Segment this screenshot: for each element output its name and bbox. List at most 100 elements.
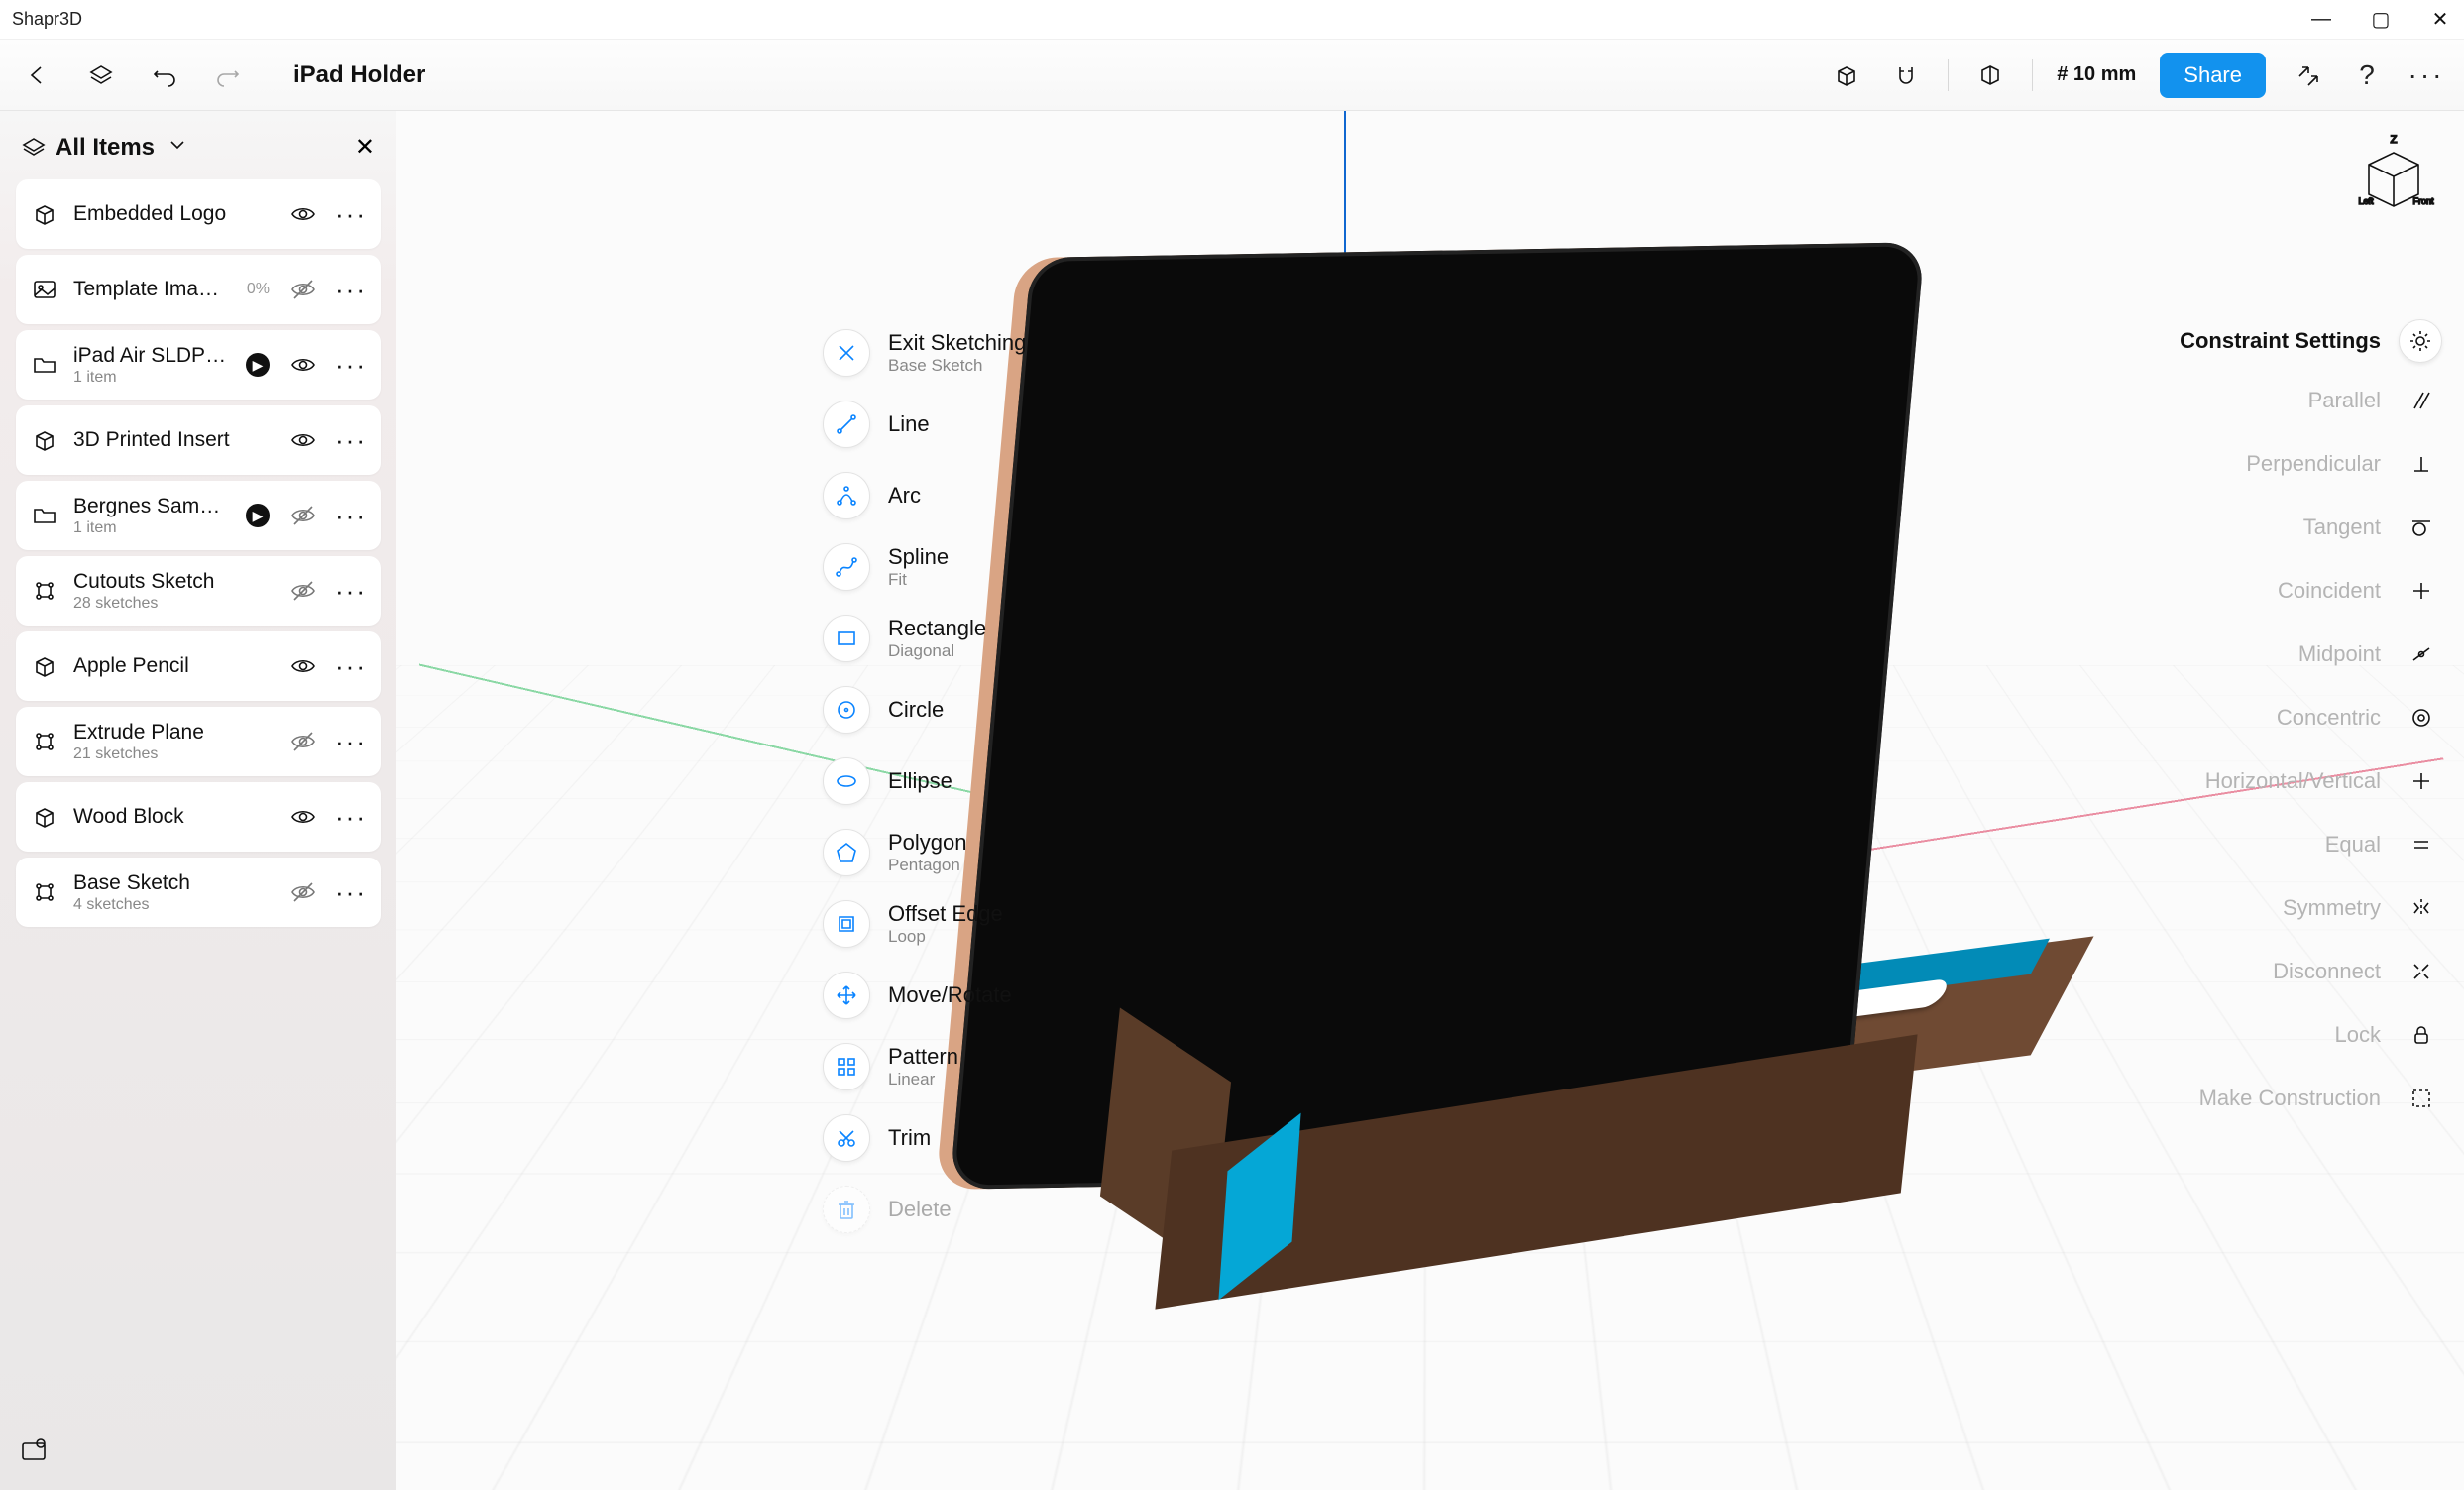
item-row[interactable]: Bergnes Sam…1 item▶··· <box>16 481 381 550</box>
tool-label: Arc <box>888 483 921 509</box>
equal-icon <box>2401 824 2442 865</box>
cube-view-icon[interactable] <box>1829 57 1864 93</box>
layers-icon[interactable] <box>83 57 119 93</box>
circle-icon <box>823 686 870 734</box>
visibility-toggle[interactable] <box>289 577 317 605</box>
svg-text:Left: Left <box>2358 196 2374 206</box>
tool-close[interactable]: Exit SketchingBase Sketch <box>813 319 1130 387</box>
item-more-button[interactable]: ··· <box>335 738 367 745</box>
constraint-label: Horizontal/Vertical <box>2205 768 2381 794</box>
constraint-hv[interactable]: Horizontal/Vertical <box>2105 749 2442 813</box>
constraint-disconnect[interactable]: Disconnect <box>2105 940 2442 1003</box>
tool-ellipse[interactable]: Ellipse <box>813 747 1130 815</box>
window-close-button[interactable]: ✕ <box>2428 8 2452 32</box>
more-menu-button[interactable]: ··· <box>2408 57 2444 93</box>
constraint-equal[interactable]: Equal <box>2105 813 2442 876</box>
item-row[interactable]: Embedded Logo··· <box>16 179 381 249</box>
item-row[interactable]: Template Ima…0%··· <box>16 255 381 324</box>
item-more-button[interactable]: ··· <box>335 436 367 444</box>
constraint-coincident[interactable]: Coincident <box>2105 559 2442 623</box>
expand-button[interactable]: ▶ <box>246 504 270 527</box>
item-name: Apple Pencil <box>73 654 276 678</box>
constraint-midpoint[interactable]: Midpoint <box>2105 623 2442 686</box>
expand-button[interactable]: ▶ <box>246 353 270 377</box>
tool-arc[interactable]: Arc <box>813 462 1130 529</box>
share-button[interactable]: Share <box>2160 53 2266 98</box>
tool-spline[interactable]: SplineFit <box>813 533 1130 601</box>
constraint-perp[interactable]: Perpendicular <box>2105 432 2442 496</box>
visibility-toggle[interactable] <box>289 803 317 831</box>
spline-icon <box>823 543 870 591</box>
window-minimize-button[interactable]: — <box>2309 8 2333 32</box>
items-panel: All Items ✕ Embedded Logo···Template Ima… <box>0 111 396 1490</box>
line-icon <box>823 401 870 448</box>
item-more-button[interactable]: ··· <box>335 662 367 670</box>
document-name[interactable]: iPad Holder <box>293 61 425 89</box>
item-row[interactable]: Apple Pencil ··· <box>16 631 381 701</box>
item-name: Base Sketch <box>73 871 276 895</box>
item-row[interactable]: Cutouts Sketch28 sketches··· <box>16 556 381 626</box>
tool-line[interactable]: Line <box>813 391 1130 458</box>
constraint-concentric[interactable]: Concentric <box>2105 686 2442 749</box>
help-button[interactable]: ? <box>2349 57 2385 93</box>
item-more-button[interactable]: ··· <box>335 813 367 821</box>
item-name: Wood Block <box>73 805 276 829</box>
visibility-toggle[interactable] <box>289 728 317 755</box>
pattern-icon <box>823 1043 870 1090</box>
3d-viewport[interactable]: Exit SketchingBase SketchLineArcSplineFi… <box>396 111 2464 1490</box>
undo-button[interactable] <box>147 57 182 93</box>
item-row[interactable]: Wood Block ··· <box>16 782 381 852</box>
tool-sub: Base Sketch <box>888 356 1026 376</box>
visibility-toggle[interactable] <box>289 351 317 379</box>
grid-size-label[interactable]: # 10 mm <box>2057 63 2136 86</box>
tool-circle[interactable]: Circle <box>813 676 1130 744</box>
tool-offset[interactable]: Offset EdgeLoop <box>813 890 1130 958</box>
constraint-settings-button[interactable] <box>2399 319 2442 363</box>
item-more-button[interactable]: ··· <box>335 888 367 896</box>
tool-trim[interactable]: Trim <box>813 1104 1130 1172</box>
tool-sub: Fit <box>888 570 949 590</box>
view-cube[interactable]: Z Left Front <box>2349 131 2438 220</box>
redo-button[interactable] <box>210 57 246 93</box>
constraint-construction[interactable]: Make Construction <box>2105 1067 2442 1130</box>
item-sub: 4 sketches <box>73 896 276 914</box>
visibility-toggle[interactable] <box>289 276 317 303</box>
tool-label: Exit Sketching <box>888 330 1026 356</box>
item-row[interactable]: 3D Printed Insert··· <box>16 405 381 475</box>
feedback-icon[interactable] <box>20 1437 48 1472</box>
constraint-parallel[interactable]: Parallel <box>2105 369 2442 432</box>
item-sub: 21 sketches <box>73 745 276 763</box>
constraint-symmetry[interactable]: Symmetry <box>2105 876 2442 940</box>
visibility-toggle[interactable] <box>289 502 317 529</box>
visibility-toggle[interactable] <box>289 426 317 454</box>
item-more-button[interactable]: ··· <box>335 512 367 519</box>
constraint-tangent[interactable]: Tangent <box>2105 496 2442 559</box>
item-more-button[interactable]: ··· <box>335 361 367 369</box>
window-maximize-button[interactable]: ▢ <box>2369 8 2393 32</box>
item-more-button[interactable]: ··· <box>335 210 367 218</box>
item-more-button[interactable]: ··· <box>335 286 367 293</box>
visibility-toggle[interactable] <box>289 878 317 906</box>
magnet-icon[interactable] <box>1888 57 1924 93</box>
tool-label: Rectangle <box>888 616 986 641</box>
tool-sub: Loop <box>888 927 1003 947</box>
body-icon <box>30 651 59 681</box>
section-view-icon[interactable] <box>1972 57 2008 93</box>
constraint-lock[interactable]: Lock <box>2105 1003 2442 1067</box>
close-panel-button[interactable]: ✕ <box>355 133 375 162</box>
back-button[interactable] <box>20 57 56 93</box>
visibility-toggle[interactable] <box>289 652 317 680</box>
visibility-toggle[interactable] <box>289 200 317 228</box>
chevron-down-icon[interactable] <box>168 136 186 159</box>
tool-pattern[interactable]: PatternLinear <box>813 1033 1130 1100</box>
tool-move[interactable]: Move/Rotate <box>813 962 1130 1029</box>
item-name: Cutouts Sketch <box>73 570 276 594</box>
item-row[interactable]: iPad Air SLDP…1 item▶··· <box>16 330 381 400</box>
expand-button[interactable] <box>2290 57 2325 93</box>
item-row[interactable]: Extrude Plane21 sketches··· <box>16 707 381 776</box>
item-row[interactable]: Base Sketch4 sketches ··· <box>16 858 381 927</box>
item-more-button[interactable]: ··· <box>335 587 367 595</box>
tool-polygon[interactable]: PolygonPentagon <box>813 819 1130 886</box>
coincident-icon <box>2401 570 2442 612</box>
tool-rect[interactable]: RectangleDiagonal <box>813 605 1130 672</box>
